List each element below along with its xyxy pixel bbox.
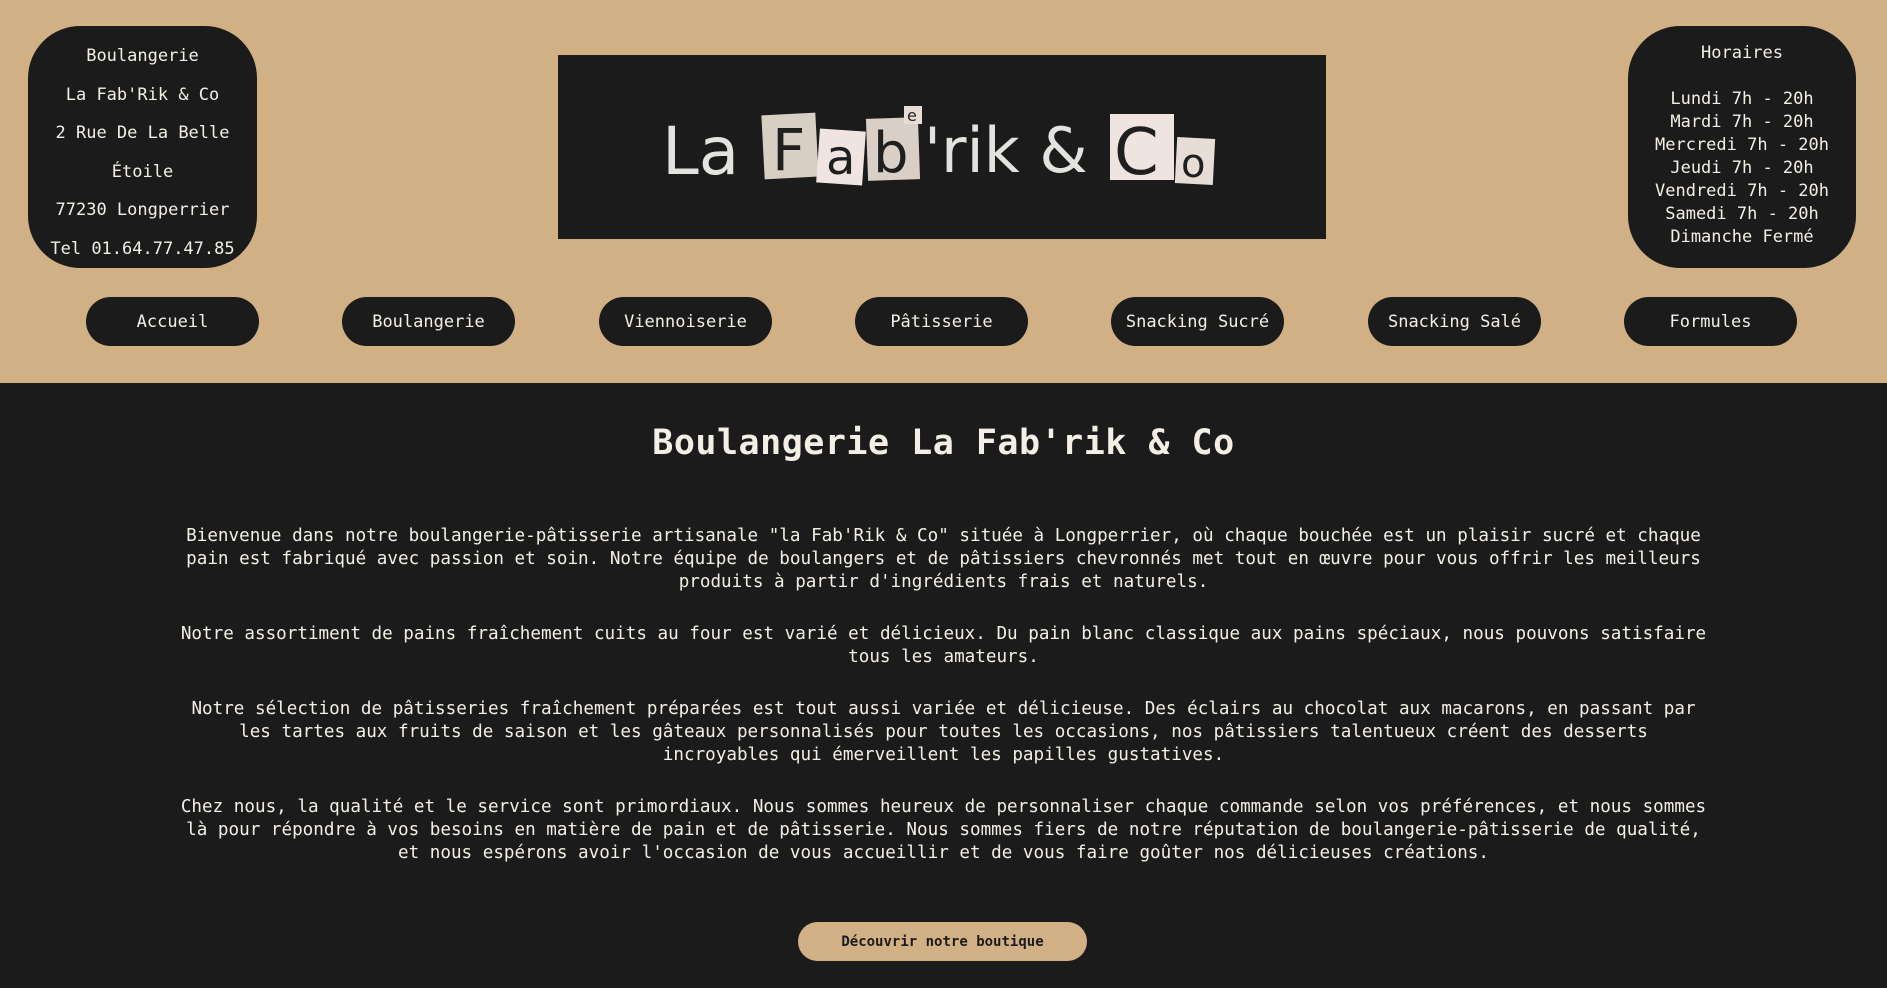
address-line: 2 Rue De La Belle [55, 123, 230, 143]
intro-paragraph: Bienvenue dans notre boulangerie-pâtisse… [186, 526, 1701, 592]
address-line: 77230 Longperrier [55, 200, 230, 220]
nav-accueil[interactable]: Accueil [86, 297, 259, 346]
logo-letter-o: o [1181, 141, 1205, 187]
hours-line: Jeudi 7h - 20h [1670, 158, 1814, 178]
discover-shop-button[interactable]: Découvrir notre boutique [798, 922, 1087, 961]
logo-letter-f: F [772, 116, 805, 184]
nav-snacking-sale[interactable]: Snacking Salé [1368, 297, 1541, 346]
nav-patisserie[interactable]: Pâtisserie [855, 297, 1028, 346]
hours-line: Samedi 7h - 20h [1665, 204, 1819, 224]
logo-letter-c: C [1114, 116, 1159, 190]
hours-line: Vendredi 7h - 20h [1655, 181, 1829, 201]
logo-text-la: La [662, 113, 739, 190]
nav-viennoiserie[interactable]: Viennoiserie [599, 297, 772, 346]
address-line: Boulangerie [86, 46, 199, 66]
intro-paragraph: Chez nous, la qualité et le service sont… [180, 797, 1707, 863]
nav-boulangerie[interactable]: Boulangerie [342, 297, 515, 346]
logo-letter-e: e [907, 106, 917, 125]
site-logo[interactable]: La F a b e 'rik & C o [558, 55, 1326, 239]
hours-line: Dimanche Fermé [1670, 227, 1814, 247]
phone-number: Tel 01.64.77.47.85 [50, 238, 235, 259]
intro-text: Bienvenue dans notre boulangerie-pâtisse… [180, 525, 1707, 894]
address-card: Boulangerie La Fab'Rik & Co 2 Rue De La … [28, 26, 257, 268]
address-line: La Fab'Rik & Co [65, 84, 220, 105]
opening-hours-card: Horaires Lundi 7h - 20h Mardi 7h - 20h M… [1628, 26, 1856, 268]
address-line: Étoile [111, 161, 174, 182]
logo-letter-b: b [873, 121, 909, 186]
nav-snacking-sucre[interactable]: Snacking Sucré [1111, 297, 1284, 346]
hours-line: Mardi 7h - 20h [1670, 112, 1814, 132]
logo-letter-a: a [826, 130, 855, 186]
logo-text-rik: 'rik & [924, 114, 1088, 187]
page-title: Boulangerie La Fab'rik & Co [652, 423, 1235, 463]
main-content: Boulangerie La Fab'rik & Co Bienvenue da… [0, 383, 1887, 988]
intro-paragraph: Notre assortiment de pains fraîchement c… [180, 624, 1707, 667]
logo-image: La F a b e 'rik & C o [662, 106, 1216, 190]
hours-line: Lundi 7h - 20h [1670, 89, 1814, 109]
site-header: Boulangerie La Fab'Rik & Co 2 Rue De La … [0, 0, 1887, 383]
main-nav: Accueil Boulangerie Viennoiserie Pâtisse… [0, 297, 1887, 346]
hours-title: Horaires [1701, 43, 1783, 63]
nav-formules[interactable]: Formules [1624, 297, 1797, 346]
hours-line: Mercredi 7h - 20h [1655, 135, 1829, 155]
intro-paragraph: Notre sélection de pâtisseries fraîcheme… [191, 699, 1696, 765]
